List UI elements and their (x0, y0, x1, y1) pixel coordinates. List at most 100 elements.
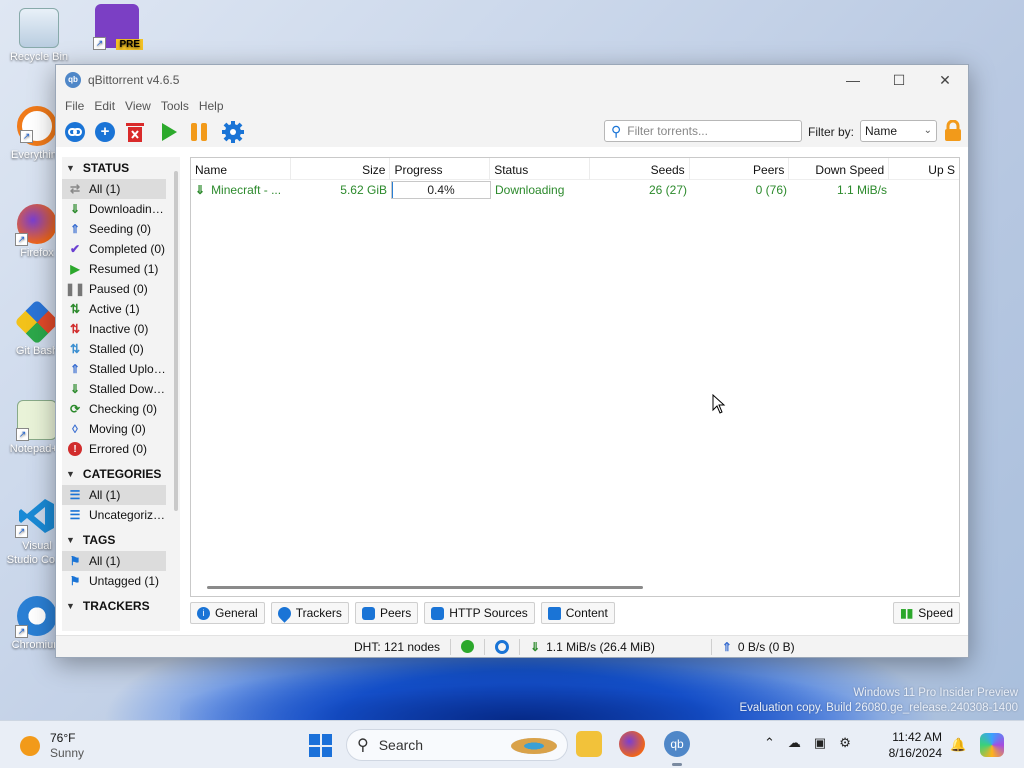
weather-widget[interactable]: 76°F Sunny (20, 731, 84, 761)
updown-arrows-icon: ⇅ (69, 302, 81, 316)
download-speed-status[interactable]: 1.1 MiB/s (26.4 MiB) (546, 640, 655, 654)
menu-help[interactable]: Help (194, 99, 229, 113)
chevron-up-icon[interactable]: ⌃ (764, 735, 775, 751)
sidebar-scrollbar[interactable] (174, 171, 178, 511)
column-up-speed[interactable]: Up S (889, 158, 959, 180)
menu-file[interactable]: File (60, 99, 89, 113)
filter-torrents-input[interactable] (627, 124, 788, 138)
column-size[interactable]: Size (291, 158, 391, 180)
updown-arrows-red-icon: ⇅ (69, 322, 81, 336)
status-item-stalled-uploading[interactable]: ⇑ Stalled Uploading (0) (62, 359, 166, 379)
chevron-down-icon: ▼ (66, 535, 75, 545)
chevron-down-icon: ▼ (66, 163, 75, 173)
add-torrent-file-button[interactable]: + (90, 119, 120, 145)
status-item-all[interactable]: ⇄ All (1) (62, 179, 166, 199)
delete-torrent-button[interactable] (120, 119, 150, 145)
column-progress[interactable]: Progress (390, 158, 491, 180)
resume-button[interactable] (154, 119, 184, 145)
tab-http-sources[interactable]: HTTP Sources (424, 602, 535, 624)
tags-section-header[interactable]: ▼ TAGS (62, 529, 180, 551)
status-item-resumed[interactable]: ▶ Resumed (1) (62, 259, 166, 279)
options-button[interactable] (218, 119, 248, 145)
clock[interactable]: 11:42 AM 8/16/2024 (880, 729, 942, 761)
network-icon[interactable]: ☁ (788, 735, 801, 751)
tab-content[interactable]: Content (540, 602, 615, 624)
start-button[interactable] (309, 734, 332, 757)
title-bar[interactable]: qb qBittorrent v4.6.5 — ☐ ✕ (56, 65, 968, 95)
qbittorrent-taskbar-icon[interactable]: qb (664, 731, 690, 757)
shortcut-arrow-icon: ↗ (15, 625, 28, 638)
sidebar: ▼ STATUS ⇄ All (1) ⇓ Downloading (1) ⇑ S… (62, 157, 180, 631)
copilot-icon[interactable] (980, 733, 1004, 757)
lock-button[interactable] (943, 119, 963, 142)
add-torrent-link-button[interactable] (60, 119, 90, 145)
everything-icon: ↗ (17, 106, 57, 146)
tab-peers[interactable]: Peers (354, 602, 419, 624)
status-item-stalled-downloading[interactable]: ⇓ Stalled Downloading (0) (62, 379, 166, 399)
menu-edit[interactable]: Edit (89, 99, 120, 113)
status-bar: DHT: 121 nodes ⇓ 1.1 MiB/s (26.4 MiB) ⇑ … (56, 635, 968, 657)
qbittorrent-window: qb qBittorrent v4.6.5 — ☐ ✕ File Edit Vi… (55, 64, 969, 658)
connection-status-icon[interactable] (461, 640, 475, 653)
column-seeds[interactable]: Seeds (590, 158, 690, 180)
accessibility-icon[interactable]: ⚙ (839, 735, 851, 751)
notification-bell-icon[interactable]: 🔔 (950, 737, 966, 753)
tag-item-all[interactable]: ⚑ All (1) (62, 551, 166, 571)
tab-trackers[interactable]: Trackers (270, 602, 349, 624)
column-peers[interactable]: Peers (690, 158, 790, 180)
horizontal-scrollbar[interactable] (207, 586, 643, 589)
filter-by-select[interactable]: Name ⌄ (860, 120, 937, 142)
menu-tools[interactable]: Tools (156, 99, 194, 113)
status-item-seeding[interactable]: ⇑ Seeding (0) (62, 219, 166, 239)
upload-speed-status[interactable]: 0 B/s (0 B) (738, 640, 795, 654)
menu-view[interactable]: View (120, 99, 156, 113)
table-row[interactable]: ⇓ Minecraft - ... 5.62 GiB 0.4% Downloadi… (191, 180, 959, 200)
download-speed-icon: ⇓ (530, 639, 541, 654)
status-item-active[interactable]: ⇅ Active (1) (62, 299, 166, 319)
desktop-icon-visual-studio[interactable]: PRE ↗ (86, 4, 148, 51)
file-explorer-taskbar-icon[interactable] (576, 731, 602, 757)
status-item-paused[interactable]: ❚❚ Paused (0) (62, 279, 166, 299)
windows-watermark: Windows 11 Pro Insider Preview Evaluatio… (739, 686, 1018, 716)
progress-text: 0.4% (427, 183, 455, 197)
chromium-icon: ↗ (15, 596, 57, 638)
shortcut-arrow-icon: ↗ (15, 233, 28, 246)
cell-name: ⇓ Minecraft - ... (195, 183, 282, 197)
display-icon[interactable]: ▣ (814, 735, 826, 751)
column-status[interactable]: Status (490, 158, 590, 180)
status-item-stalled[interactable]: ⇅ Stalled (0) (62, 339, 166, 359)
firefox-taskbar-icon[interactable] (619, 731, 645, 757)
maximize-button[interactable]: ☐ (876, 65, 922, 95)
cell-progress: 0.4% (391, 181, 491, 199)
status-item-downloading[interactable]: ⇓ Downloading (1) (62, 199, 166, 219)
tab-speed[interactable]: ▮▮ Speed (893, 602, 960, 624)
transfer-list: Name Size Progress Status Seeds Peers Do… (190, 157, 960, 597)
gear-icon (222, 121, 244, 143)
trackers-section-header[interactable]: ▼ TRACKERS (62, 595, 180, 617)
minimize-button[interactable]: — (830, 65, 876, 95)
status-section-header[interactable]: ▼ STATUS (62, 157, 180, 179)
status-item-errored[interactable]: ! Errored (0) (62, 439, 166, 459)
desktop-icon-recycle-bin[interactable]: Recycle Bin (8, 8, 70, 64)
status-item-checking[interactable]: ⟳ Checking (0) (62, 399, 166, 419)
filter-torrents-box[interactable]: ⚲ (604, 120, 802, 142)
categories-section-header[interactable]: ▼ CATEGORIES (62, 463, 180, 485)
column-name[interactable]: Name (191, 158, 291, 180)
close-button[interactable]: ✕ (922, 65, 968, 95)
alt-speed-icon[interactable] (495, 639, 510, 654)
menu-bar: File Edit View Tools Help (56, 95, 968, 117)
tag-item-untagged[interactable]: ⚑ Untagged (1) (62, 571, 166, 591)
double-chevron-down-icon: ⇓ (69, 202, 81, 216)
category-item-uncategorized[interactable]: ☰ Uncategorized (1) (62, 505, 166, 525)
category-item-all[interactable]: ☰ All (1) (62, 485, 166, 505)
status-item-moving[interactable]: ◊ Moving (0) (62, 419, 166, 439)
status-item-completed[interactable]: ✔ Completed (0) (62, 239, 166, 259)
pause-button[interactable] (184, 119, 214, 145)
active-app-indicator (672, 763, 682, 766)
status-item-inactive[interactable]: ⇅ Inactive (0) (62, 319, 166, 339)
column-down-speed[interactable]: Down Speed (789, 158, 890, 180)
upload-speed-icon: ⇑ (721, 639, 732, 654)
taskbar-search[interactable]: ⚲ Search (346, 729, 568, 761)
shortcut-arrow-icon: ↗ (15, 525, 28, 538)
tab-general[interactable]: i General (190, 602, 265, 624)
